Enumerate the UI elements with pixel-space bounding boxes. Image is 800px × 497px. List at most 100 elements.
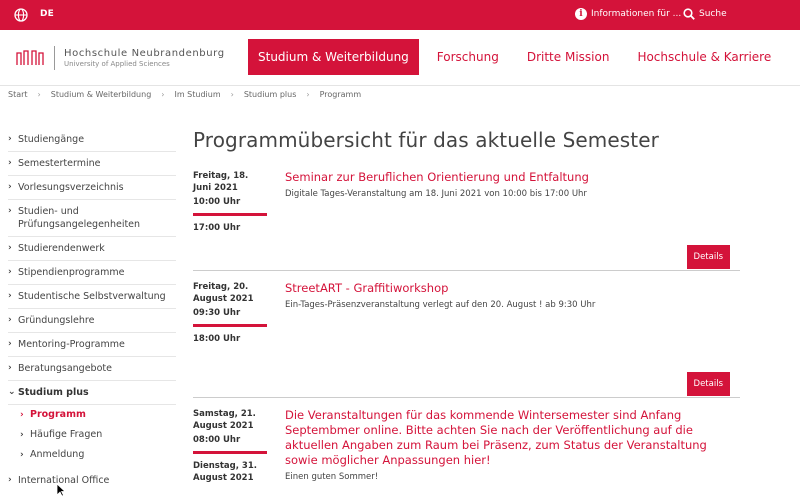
chevron-right-icon: › bbox=[20, 410, 24, 420]
site-logo[interactable]: Hochschule Neubrandenburg University of … bbox=[15, 46, 225, 70]
sidebar-subitem-label: Programm bbox=[30, 409, 86, 420]
sidebar-item-label: Vorlesungsverzeichnis bbox=[18, 182, 124, 193]
sidebar-item-label: Studiengänge bbox=[18, 134, 85, 145]
search-button[interactable]: Suche bbox=[683, 8, 727, 20]
sidebar-item-label: Studium plus bbox=[18, 387, 89, 398]
sidebar-item-semestertermine[interactable]: › Semestertermine bbox=[8, 152, 176, 176]
event-dates: Freitag, 20. August 2021 09:30 Uhr 18:00… bbox=[193, 281, 267, 349]
sidebar-subitem-label: Anmeldung bbox=[30, 449, 85, 460]
chevron-right-icon: › bbox=[8, 475, 12, 485]
main-content: Programmübersicht für das aktuelle Semes… bbox=[193, 128, 740, 497]
breadcrumb-studium-weiterbildung[interactable]: Studium & Weiterbildung bbox=[51, 90, 152, 99]
sidebar-item-studierendenwerk[interactable]: › Studierendenwerk bbox=[8, 237, 176, 261]
info-for-menu[interactable]: i Informationen für ... bbox=[575, 8, 681, 20]
breadcrumb-im-studium[interactable]: Im Studium bbox=[174, 90, 220, 99]
event-time-start: 10:00 Uhr bbox=[193, 197, 241, 207]
sidebar-nav: › Studiengänge › Semestertermine › Vorlesun… bbox=[8, 128, 176, 492]
sidebar-item-label: Stipendienprogramme bbox=[18, 267, 125, 278]
details-button[interactable]: Details bbox=[686, 245, 730, 269]
date-divider bbox=[193, 451, 267, 454]
date-divider bbox=[193, 324, 267, 327]
search-icon bbox=[683, 8, 695, 20]
event-item: Freitag, 20. August 2021 09:30 Uhr 18:00… bbox=[193, 281, 740, 398]
event-description: Ein-Tages-Präsenzveranstaltung verlegt a… bbox=[285, 300, 596, 310]
event-dates: Freitag, 18. Juni 2021 10:00 Uhr 17:00 U… bbox=[193, 170, 267, 238]
event-item: Freitag, 18. Juni 2021 10:00 Uhr 17:00 U… bbox=[193, 170, 740, 271]
sidebar-item-label: Studien- und Prüfungsangelegenheiten bbox=[18, 206, 141, 230]
chevron-right-icon: › bbox=[306, 90, 310, 99]
chevron-right-icon: › bbox=[8, 315, 12, 325]
nav-forschung[interactable]: Forschung bbox=[427, 39, 509, 75]
event-time-start: 08:00 Uhr bbox=[193, 435, 241, 445]
chevron-right-icon: › bbox=[8, 182, 12, 192]
event-date-start: Freitag, 18. Juni 2021 bbox=[193, 171, 249, 193]
sidebar-item-gruendungslehre[interactable]: › Gründungslehre bbox=[8, 309, 176, 333]
logo-divider bbox=[54, 46, 55, 70]
nav-dritte-mission[interactable]: Dritte Mission bbox=[517, 39, 620, 75]
chevron-right-icon: › bbox=[8, 206, 12, 216]
chevron-right-icon: › bbox=[37, 90, 41, 99]
breadcrumb: Start › Studium & Weiterbildung › Im Stu… bbox=[8, 90, 361, 99]
sidebar-item-beratungsangebote[interactable]: › Beratungsangebote bbox=[8, 357, 176, 381]
event-description: Digitale Tages-Veranstaltung am 18. Juni… bbox=[285, 189, 587, 199]
sidebar-item-studiengaenge[interactable]: › Studiengänge bbox=[8, 128, 176, 152]
sidebar-item-label: Beratungsangebote bbox=[18, 363, 112, 374]
sidebar-item-pruefungsangelegenheiten[interactable]: › Studien- und Prüfungsangelegenheiten bbox=[8, 200, 176, 237]
sidebar-item-vorlesungsverzeichnis[interactable]: › Vorlesungsverzeichnis bbox=[8, 176, 176, 200]
chevron-right-icon: › bbox=[20, 450, 24, 460]
event-title-link[interactable]: StreetART - Graffitiworkshop bbox=[285, 281, 740, 296]
top-bar: DE i Informationen für ... Suche bbox=[0, 0, 800, 30]
chevron-right-icon: › bbox=[8, 339, 12, 349]
globe-icon[interactable] bbox=[14, 8, 28, 22]
sidebar-subitem-programm[interactable]: › Programm bbox=[8, 405, 176, 425]
sidebar-item-selbstverwaltung[interactable]: › Studentische Selbstverwaltung bbox=[8, 285, 176, 309]
event-item: Samstag, 21. August 2021 08:00 Uhr Diens… bbox=[193, 408, 740, 497]
chevron-right-icon: › bbox=[8, 291, 12, 301]
event-title-link[interactable]: Die Veranstaltungen für das kommende Win… bbox=[285, 408, 740, 468]
sidebar-item-label: Studierendenwerk bbox=[18, 243, 105, 254]
event-time-start: 09:30 Uhr bbox=[193, 308, 241, 318]
chevron-right-icon: › bbox=[8, 267, 12, 277]
logo-name: Hochschule Neubrandenburg bbox=[64, 48, 225, 59]
chevron-right-icon: › bbox=[8, 158, 12, 168]
chevron-right-icon: › bbox=[8, 134, 12, 144]
chevron-right-icon: › bbox=[8, 363, 12, 373]
info-icon: i bbox=[575, 8, 587, 20]
chevron-right-icon: › bbox=[230, 90, 234, 99]
event-date-end: Dienstag, 31. August 2021 bbox=[193, 461, 257, 483]
event-dates: Samstag, 21. August 2021 08:00 Uhr Diens… bbox=[193, 408, 267, 484]
breadcrumb-studium-plus[interactable]: Studium plus bbox=[244, 90, 297, 99]
event-date-start: Samstag, 21. August 2021 bbox=[193, 409, 256, 431]
breadcrumb-programm: Programm bbox=[319, 90, 362, 99]
sidebar-item-mentoring-programme[interactable]: › Mentoring-Programme bbox=[8, 333, 176, 357]
details-button[interactable]: Details bbox=[686, 372, 730, 396]
sidebar-item-stipendienprogramme[interactable]: › Stipendienprogramme bbox=[8, 261, 176, 285]
info-for-label: Informationen für ... bbox=[591, 9, 682, 19]
main-navigation: Studium & Weiterbildung Forschung Dritte… bbox=[248, 39, 789, 75]
sidebar-subitem-label: Häufige Fragen bbox=[30, 429, 103, 440]
mouse-cursor-icon bbox=[56, 483, 66, 497]
logo-subtitle: University of Applied Sciences bbox=[64, 60, 170, 68]
sidebar-item-international-office[interactable]: › International Office bbox=[8, 469, 176, 492]
event-time-end: 17:00 Uhr bbox=[193, 223, 241, 233]
language-switch[interactable]: DE bbox=[40, 9, 54, 19]
sidebar-item-label: Semestertermine bbox=[18, 158, 101, 169]
sidebar-subitem-anmeldung[interactable]: › Anmeldung bbox=[8, 445, 176, 465]
sidebar-item-label: Gründungslehre bbox=[18, 315, 95, 326]
nav-hochschule-karriere[interactable]: Hochschule & Karriere bbox=[627, 39, 781, 75]
sidebar-subitem-haeufige-fragen[interactable]: › Häufige Fragen bbox=[8, 425, 176, 445]
chevron-right-icon: › bbox=[161, 90, 165, 99]
breadcrumb-start[interactable]: Start bbox=[8, 90, 28, 99]
logo-mark-icon bbox=[16, 50, 44, 65]
chevron-down-icon: ⌄ bbox=[8, 387, 16, 397]
site-header: Hochschule Neubrandenburg University of … bbox=[0, 30, 800, 86]
nav-studium-weiterbildung[interactable]: Studium & Weiterbildung bbox=[248, 39, 419, 75]
sidebar-item-studium-plus[interactable]: ⌄ Studium plus bbox=[8, 381, 176, 405]
event-description: Einen guten Sommer! bbox=[285, 472, 379, 482]
chevron-right-icon: › bbox=[20, 430, 24, 440]
event-date-start: Freitag, 20. August 2021 bbox=[193, 282, 254, 304]
event-title-link[interactable]: Seminar zur Beruflichen Orientierung und… bbox=[285, 170, 740, 185]
date-divider bbox=[193, 213, 267, 216]
event-time-end: 18:00 Uhr bbox=[193, 334, 241, 344]
page-title: Programmübersicht für das aktuelle Semes… bbox=[193, 128, 659, 152]
